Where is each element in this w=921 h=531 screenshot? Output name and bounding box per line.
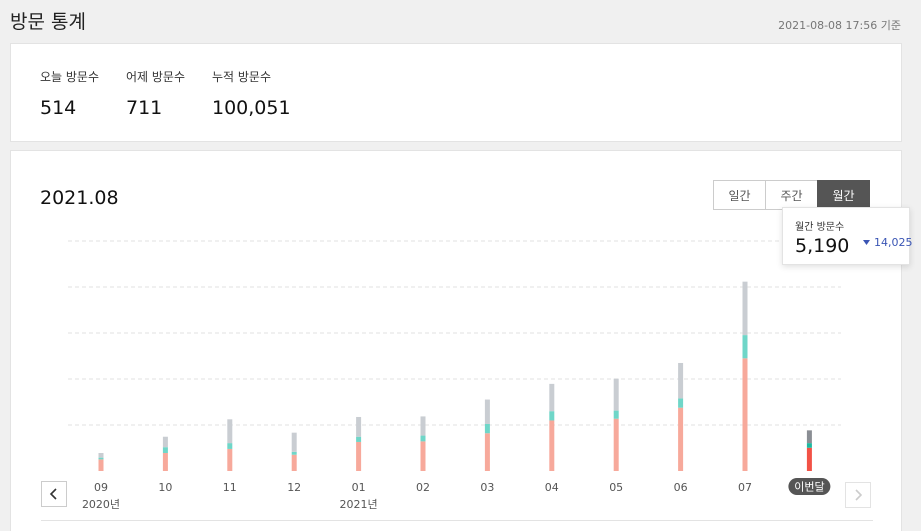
stat-today-value: 514 <box>40 97 77 119</box>
stat-yesterday: 어제 방문수 711 <box>126 68 185 119</box>
stat-yesterday-value: 711 <box>126 97 163 119</box>
bar-segment <box>98 457 104 460</box>
x-tick-label: 이번달 <box>794 481 824 494</box>
bar-segment <box>806 443 812 448</box>
bar-segment <box>742 358 748 471</box>
x-tick-label: 11 <box>223 481 237 494</box>
bar-segment <box>162 452 168 471</box>
year-label: 2020년 <box>82 498 120 511</box>
bar-segment <box>162 436 168 448</box>
bar-segment <box>742 281 748 336</box>
x-tick-label: 04 <box>545 481 559 494</box>
stat-total: 누적 방문수 100,051 <box>212 68 291 119</box>
bar-segment <box>98 452 104 458</box>
tooltip-compare: 14,025 <box>863 236 913 249</box>
bar-segment <box>742 335 748 359</box>
bar-segment <box>806 430 812 444</box>
bar-segment <box>678 398 684 408</box>
bar-segment <box>98 459 104 471</box>
bar-segment <box>678 362 684 399</box>
bar-segment <box>227 419 233 444</box>
bar-segment <box>484 433 490 471</box>
x-tick-label: 05 <box>609 481 623 494</box>
page-title: 방문 통계 <box>10 11 86 33</box>
x-tick-label: 07 <box>738 481 752 494</box>
tooltip-label: 월간 방문수 <box>795 222 845 233</box>
bar-segment <box>356 436 362 442</box>
tooltip-compare-value: 14,025 <box>874 236 913 249</box>
stat-yesterday-label: 어제 방문수 <box>126 70 186 84</box>
bar-segment <box>678 407 684 471</box>
bar-segment <box>484 423 490 434</box>
bar-segment <box>549 411 555 421</box>
bar-segment <box>806 447 812 471</box>
x-tick-label: 03 <box>480 481 494 494</box>
bar-segment <box>227 448 233 471</box>
bar-segment <box>291 454 297 471</box>
tooltip-value: 5,190 <box>795 235 850 257</box>
bar-segment <box>227 443 233 449</box>
x-tick-label: 06 <box>674 481 688 494</box>
x-tick-label: 10 <box>158 481 172 494</box>
next-period-button[interactable] <box>845 482 871 508</box>
bar-segment <box>420 441 426 471</box>
bar-segment <box>613 418 619 471</box>
x-tick-label: 09 <box>94 481 108 494</box>
bar-segment <box>162 447 168 453</box>
year-label: 2021년 <box>340 498 378 511</box>
monthly-tooltip: 월간 방문수 5,190 14,025 <box>782 207 913 265</box>
prev-period-button[interactable] <box>41 481 67 507</box>
chevron-left-icon <box>49 488 57 500</box>
timestamp: 2021-08-08 17:56 기준 <box>778 19 901 32</box>
bar-segment <box>420 435 426 442</box>
bar-segment <box>291 432 297 452</box>
chevron-right-icon <box>855 489 863 501</box>
x-tick-label: 12 <box>287 481 301 494</box>
triangle-down-icon <box>863 240 870 245</box>
bar-segment <box>356 416 362 437</box>
x-tick-label: 02 <box>416 481 430 494</box>
bar-segment <box>549 420 555 471</box>
bottom-rule <box>41 520 873 521</box>
bar-segment <box>356 441 362 471</box>
stat-total-value: 100,051 <box>212 97 291 119</box>
stat-today-label: 오늘 방문수 <box>40 70 100 84</box>
stat-today: 오늘 방문수 514 <box>40 68 99 119</box>
bar-segment <box>549 383 555 412</box>
chart-card: 2021.08 일간 주간 월간 09 10 11 12 01 02 03 04 05 06 07 이… <box>10 150 902 531</box>
x-tick-label: 01 <box>352 481 366 494</box>
bar-segment <box>613 378 619 411</box>
visits-chart: 09 10 11 12 01 02 03 04 05 06 07 이번달 2020년 2021년 <box>68 240 841 511</box>
stat-total-label: 누적 방문수 <box>212 70 272 84</box>
bar-segment <box>420 416 426 436</box>
bar-segment <box>613 410 619 419</box>
summary-card: 오늘 방문수 514 어제 방문수 711 누적 방문수 100,051 <box>10 43 902 142</box>
bar-segment <box>291 451 297 455</box>
bar-segment <box>484 399 490 424</box>
